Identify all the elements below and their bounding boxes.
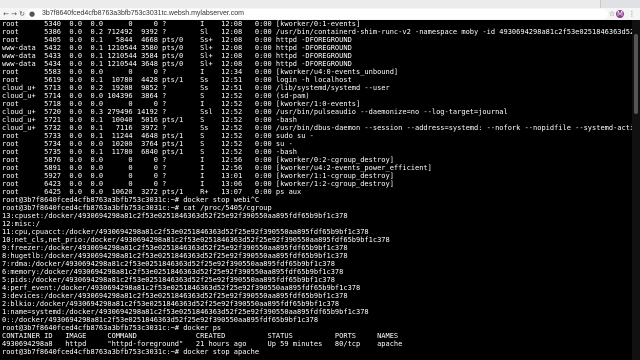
browser-tab[interactable] [420, 0, 481, 8]
forward-arrow-icon[interactable]: → [10, 10, 18, 18]
reload-icon[interactable]: ↻ [18, 10, 26, 18]
terminal-line: root@3b7f8640fced4cfb8763a3bfb753c3031c:… [2, 348, 260, 356]
browser-chrome: ← → ↻ 3b7f8640fced4cfb8763a3bfb753c3031t… [0, 0, 640, 20]
lock-icon[interactable]: ● [28, 10, 36, 18]
browser-tab[interactable] [60, 0, 121, 8]
back-arrow-icon[interactable]: ← [2, 10, 10, 18]
terminal[interactable]: root 5340 0.0 0.0 0 0 ? I 12:08 0:00 [kw… [0, 20, 640, 360]
browser-tab[interactable] [0, 0, 61, 8]
avatar[interactable]: M [616, 10, 624, 18]
url-text: 3b7f8640fced4cfb8763a3bfb753c3031tc.webs… [42, 10, 244, 17]
scrollbar-thumb[interactable] [634, 34, 638, 114]
kebab-menu-icon[interactable]: ⋮ [628, 10, 636, 18]
browser-tab[interactable] [540, 0, 601, 8]
url-bar[interactable]: 3b7f8640fced4cfb8763a3bfb753c3031tc.webs… [26, 9, 608, 19]
terminal-line: 13:cpuset:/docker/4930694298a81c2f53e025… [2, 212, 348, 220]
browser-tab[interactable] [120, 0, 181, 8]
browser-tab[interactable] [480, 0, 541, 8]
browser-tab[interactable] [300, 0, 361, 8]
browser-tab[interactable] [240, 0, 301, 8]
tab-strip [0, 0, 640, 8]
star-icon[interactable]: ☆ [608, 10, 616, 18]
browser-tab[interactable] [360, 0, 421, 8]
browser-tab[interactable] [180, 0, 241, 8]
